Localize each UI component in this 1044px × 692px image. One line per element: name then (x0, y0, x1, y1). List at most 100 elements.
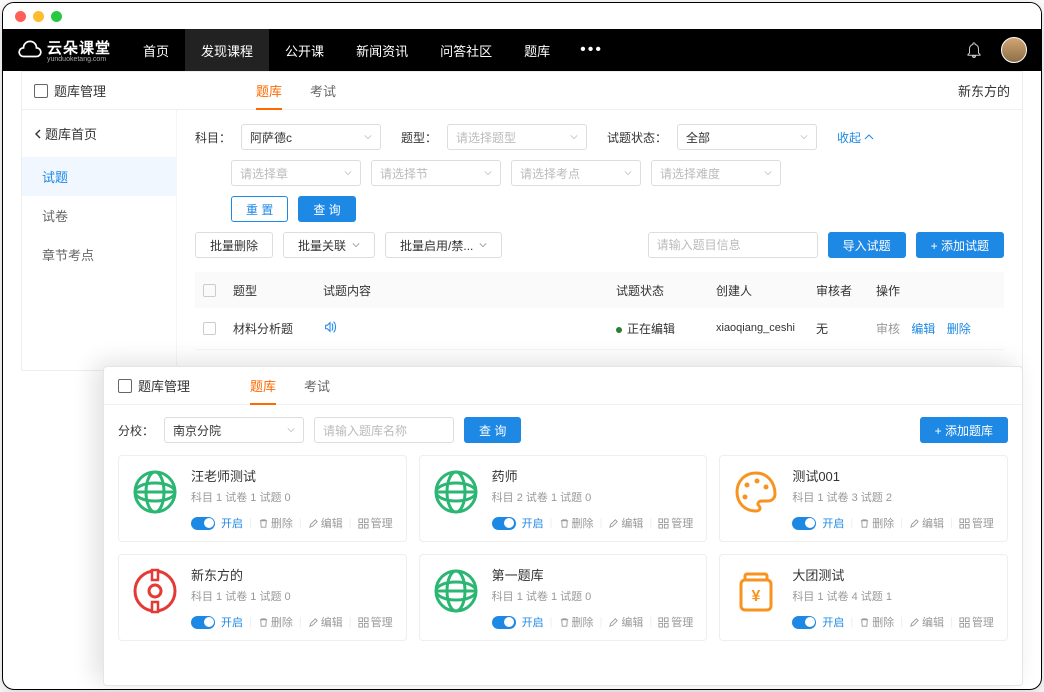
card-manage[interactable]: 管理 (658, 614, 693, 630)
audio-icon[interactable] (323, 320, 337, 334)
bank-icon: ¥ (730, 565, 782, 617)
toggle-enable[interactable] (792, 517, 816, 530)
card-edit[interactable]: 编辑 (909, 515, 944, 531)
tab-exam[interactable]: 考试 (304, 367, 330, 405)
toggle-enable[interactable] (492, 517, 516, 530)
chevron-down-icon (364, 133, 372, 141)
toggle-label: 开启 (822, 614, 844, 630)
op-delete[interactable]: 删除 (947, 322, 971, 336)
bank-meta: 科目 2 试卷 1 试题 0 (492, 489, 697, 505)
tab-question-bank[interactable]: 题库 (250, 367, 276, 405)
filter-difficulty-select[interactable]: 请选择难度 (651, 160, 781, 186)
bank-meta: 科目 1 试卷 4 试题 1 (792, 588, 997, 604)
sidebar-back[interactable]: 题库首页 (22, 110, 176, 157)
nav-more-icon[interactable]: ••• (566, 29, 617, 71)
card-manage[interactable]: 管理 (358, 614, 393, 630)
card-edit[interactable]: 编辑 (308, 515, 343, 531)
query-button[interactable]: 查 询 (464, 417, 521, 443)
nav-news[interactable]: 新闻资讯 (340, 29, 424, 71)
breadcrumb-icon (118, 379, 132, 393)
chevron-down-icon (344, 169, 352, 177)
add-bank-button[interactable]: + 添加题库 (920, 417, 1008, 443)
bank-meta: 科目 1 试卷 1 试题 0 (191, 489, 396, 505)
chevron-up-icon (864, 134, 874, 140)
card-edit[interactable]: 编辑 (608, 614, 643, 630)
nav-question-bank[interactable]: 题库 (508, 29, 566, 71)
breadcrumb-text: 题库管理 (138, 376, 190, 395)
filter-section-select[interactable]: 请选择节 (371, 160, 501, 186)
reset-button[interactable]: 重 置 (231, 196, 288, 222)
row-checkbox[interactable] (203, 322, 216, 335)
nav-qa[interactable]: 问答社区 (424, 29, 508, 71)
card-edit[interactable]: 编辑 (909, 614, 944, 630)
th-type: 题型 (233, 282, 323, 299)
logo-text: 云朵课堂 (47, 37, 111, 58)
sidebar-item-papers[interactable]: 试卷 (22, 196, 176, 235)
bank-icon (129, 466, 181, 518)
bank-title: 药师 (492, 466, 697, 485)
toggle-label: 开启 (221, 614, 243, 630)
sidebar-item-questions[interactable]: 试题 (22, 157, 176, 196)
nav-discover-courses[interactable]: 发现课程 (185, 29, 269, 71)
op-edit[interactable]: 编辑 (911, 322, 935, 336)
filter-point-select[interactable]: 请选择考点 (511, 160, 641, 186)
tab-exam[interactable]: 考试 (310, 72, 336, 110)
avatar[interactable] (1001, 37, 1027, 63)
bank-title: 大团测试 (792, 565, 997, 584)
logo-subtitle: yunduoketang.com (47, 56, 111, 63)
bank-name-input[interactable]: 请输入题库名称 (314, 417, 454, 443)
close-window-icon[interactable] (15, 11, 26, 22)
toggle-enable[interactable] (191, 616, 215, 629)
filter-subject-select[interactable]: 阿萨德c (241, 124, 381, 150)
card-manage[interactable]: 管理 (358, 515, 393, 531)
filter-type-select[interactable]: 请选择题型 (447, 124, 587, 150)
toggle-label: 开启 (221, 515, 243, 531)
breadcrumb-text: 题库管理 (54, 81, 106, 100)
card-delete[interactable]: 删除 (258, 515, 293, 531)
bank-title: 汪老师测试 (191, 466, 396, 485)
logo[interactable]: 云朵课堂 yunduoketang.com (17, 37, 111, 63)
toggle-enable[interactable] (792, 616, 816, 629)
filter-collapse[interactable]: 收起 (837, 129, 874, 146)
query-button[interactable]: 查 询 (298, 196, 355, 222)
card-manage[interactable]: 管理 (658, 515, 693, 531)
add-question-button[interactable]: + 添加试题 (916, 232, 1004, 258)
nav-home[interactable]: 首页 (127, 29, 185, 71)
search-input[interactable] (648, 232, 818, 258)
nav-open-class[interactable]: 公开课 (269, 29, 340, 71)
card-manage[interactable]: 管理 (959, 614, 994, 630)
toggle-label: 开启 (522, 614, 544, 630)
toggle-enable[interactable] (191, 517, 215, 530)
card-manage[interactable]: 管理 (959, 515, 994, 531)
sidebar-item-chapters[interactable]: 章节考点 (22, 235, 176, 274)
op-review[interactable]: 审核 (876, 322, 900, 336)
tab-question-bank[interactable]: 题库 (256, 72, 282, 110)
select-all-checkbox[interactable] (203, 284, 216, 297)
card-delete[interactable]: 删除 (559, 515, 594, 531)
toggle-enable[interactable] (492, 616, 516, 629)
bank-icon (129, 565, 181, 617)
card-delete[interactable]: 删除 (559, 614, 594, 630)
card-delete[interactable]: 删除 (859, 515, 894, 531)
bank-title: 测试001 (792, 466, 997, 485)
card-edit[interactable]: 编辑 (608, 515, 643, 531)
import-button[interactable]: 导入试题 (828, 232, 906, 258)
bulk-toggle-button[interactable]: 批量启用/禁... (385, 232, 502, 258)
bank-card: ¥大团测试科目 1 试卷 4 试题 1开启|删除|编辑|管理 (719, 554, 1008, 641)
filter-chapter-select[interactable]: 请选择章 (231, 160, 361, 186)
maximize-window-icon[interactable] (51, 11, 62, 22)
bank-card: 汪老师测试科目 1 试卷 1 试题 0开启|删除|编辑|管理 (118, 455, 407, 542)
notifications-icon[interactable] (965, 41, 983, 59)
chevron-down-icon (800, 133, 808, 141)
cell-status: 正在编辑 (616, 320, 716, 337)
card-delete[interactable]: 删除 (859, 614, 894, 630)
bulk-link-button[interactable]: 批量关联 (283, 232, 375, 258)
card-edit[interactable]: 编辑 (308, 614, 343, 630)
bulk-delete-button[interactable]: 批量删除 (195, 232, 273, 258)
card-delete[interactable]: 删除 (258, 614, 293, 630)
bank-card: 第一题库科目 1 试卷 1 试题 0开启|删除|编辑|管理 (419, 554, 708, 641)
filter-status-select[interactable]: 全部 (677, 124, 817, 150)
minimize-window-icon[interactable] (33, 11, 44, 22)
branch-select[interactable]: 南京分院 (164, 417, 304, 443)
sidebar: 题库首页 试题 试卷 章节考点 (22, 110, 177, 370)
